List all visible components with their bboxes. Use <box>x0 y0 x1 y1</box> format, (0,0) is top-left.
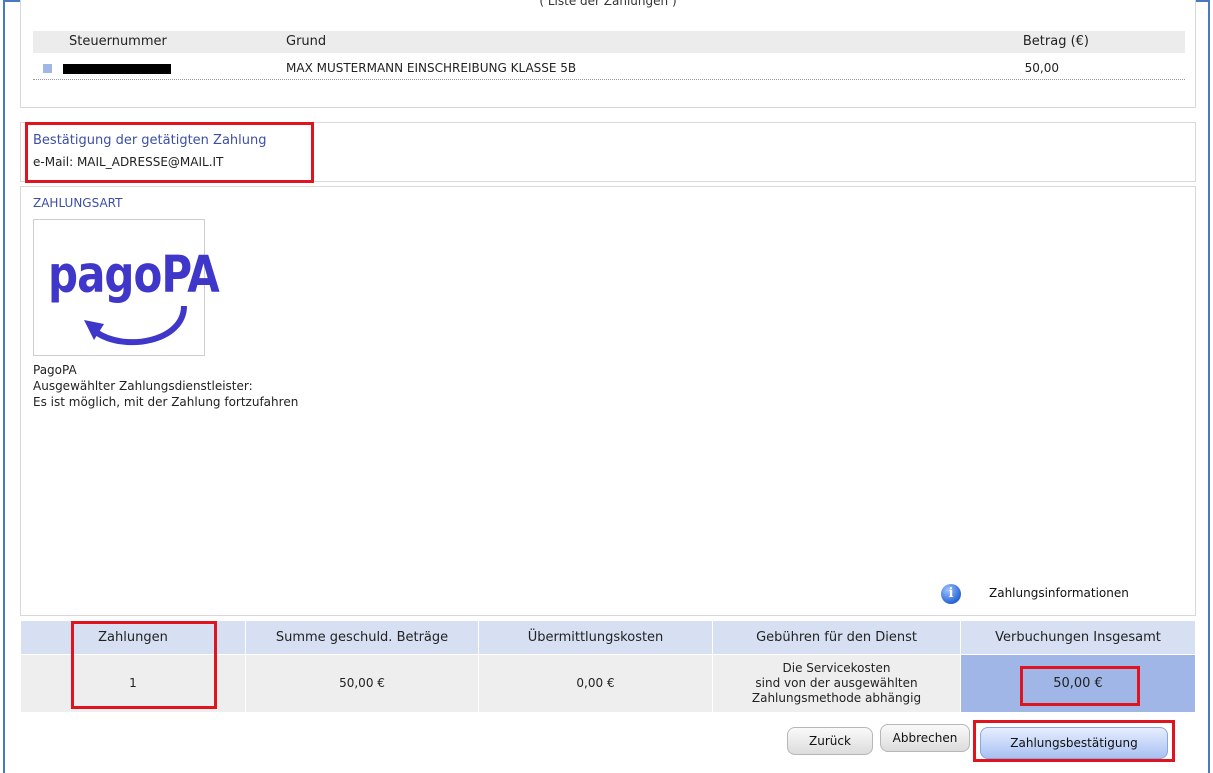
payments-list-caption: ( Liste der Zahlungen ) <box>539 0 677 8</box>
summary-sum-due: 50,00 € <box>245 654 479 713</box>
redacted-tax-number <box>63 64 171 74</box>
summary-payments: 1 <box>20 654 246 713</box>
pagopa-logo[interactable]: pagoPA <box>33 219 220 356</box>
confirmation-panel: Bestätigung der getätigten Zahlung e-Mai… <box>20 122 1196 182</box>
info-icon[interactable]: i <box>941 584 961 604</box>
summary-header-sum-due: Summe geschuld. Beträge <box>245 620 479 655</box>
row-amount: 50,00 <box>1024 61 1059 75</box>
service-fee-line-2: sind von der ausgewählten <box>755 676 918 690</box>
cancel-button[interactable]: Abbrechen <box>880 724 970 752</box>
summary-header-payments: Zahlungen <box>20 620 246 655</box>
service-fee-line-3: Zahlungsmethode abhängig <box>751 691 922 705</box>
summary-header-transmission: Übermittlungskosten <box>478 620 713 655</box>
payments-list-panel: ( Liste der Zahlungen ) Steuernummer Gru… <box>20 0 1196 108</box>
summary-service-fee: Die Servicekosten sind von der ausgewähl… <box>712 654 961 713</box>
payment-info-label[interactable]: Zahlungsinformationen <box>989 586 1129 600</box>
payment-method-details: PagoPA Ausgewählter Zahlungsdienstleiste… <box>33 362 298 410</box>
confirmation-title: Bestätigung der getätigten Zahlung <box>33 133 267 148</box>
pagopa-arrow-icon <box>84 305 187 346</box>
confirmation-email: e-Mail: MAIL_ADRESSE@MAIL.IT <box>33 155 224 169</box>
payment-method-name: PagoPA <box>33 363 77 377</box>
row-reason: MAX MUSTERMANN EINSCHREIBUNG KLASSE 5B <box>286 61 577 75</box>
service-fee-line-1: Die Servicekosten <box>782 661 891 675</box>
payment-status-line: Es ist möglich, mit der Zahlung fortzufa… <box>33 395 299 409</box>
summary-total: 50,00 € <box>960 654 1196 713</box>
table-row: MAX MUSTERMANN EINSCHREIBUNG KLASSE 5B 5… <box>33 56 1185 80</box>
confirm-payment-button[interactable]: Zahlungsbestätigung <box>980 727 1168 759</box>
payment-provider-line: Ausgewählter Zahlungsdienstleister: <box>33 379 253 393</box>
summary-header-service-fee: Gebühren für den Dienst <box>712 620 961 655</box>
summary-table: Zahlungen Summe geschuld. Beträge Übermi… <box>20 620 1196 713</box>
payment-method-title: ZAHLUNGSART <box>33 196 123 210</box>
header-tax-number: Steuernummer <box>69 34 167 49</box>
header-reason: Grund <box>286 34 327 49</box>
payment-method-panel: ZAHLUNGSART pagoPA PagoPA Ausgewählter Z… <box>20 186 1196 616</box>
header-amount: Betrag (€) <box>1022 34 1089 49</box>
back-button[interactable]: Zurück <box>787 727 873 755</box>
summary-transmission: 0,00 € <box>478 654 713 713</box>
payments-list-header: Steuernummer Grund Betrag (€) <box>33 31 1185 53</box>
summary-header-total: Verbuchungen Insgesamt <box>960 620 1196 655</box>
summary-header-row: Zahlungen Summe geschuld. Beträge Übermi… <box>20 620 1196 655</box>
summary-value-row: 1 50,00 € 0,00 € Die Servicekosten sind … <box>20 654 1196 713</box>
row-bullet-icon <box>43 64 52 73</box>
